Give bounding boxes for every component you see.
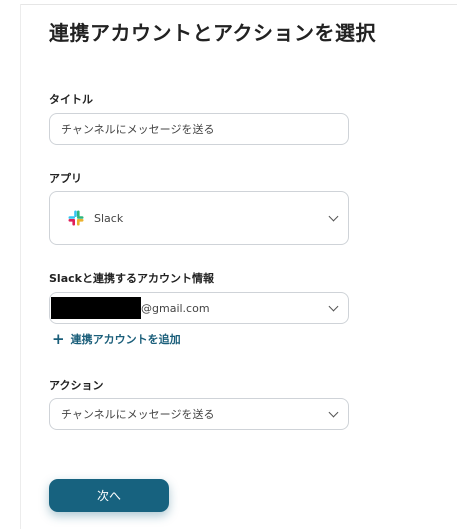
top-divider [20, 4, 457, 5]
app-select-value: Slack [94, 211, 124, 225]
chevron-down-icon [328, 211, 339, 222]
slack-logo-icon [68, 210, 84, 226]
title-input[interactable]: チャンネルにメッセージを送る [49, 113, 349, 145]
settings-page: 連携アカウントとアクションを選択 タイトル チャンネルにメッセージを送る アプリ… [0, 0, 457, 529]
add-account-link[interactable]: + 連携アカウントを追加 [52, 331, 181, 347]
action-select-value: チャンネルにメッセージを送る [61, 408, 215, 421]
app-field-label: アプリ [49, 172, 82, 185]
add-account-label: 連携アカウントを追加 [70, 333, 181, 346]
page-title: 連携アカウントとアクションを選択 [49, 21, 376, 45]
app-select[interactable]: Slack [49, 191, 349, 245]
title-field-label: タイトル [49, 93, 93, 106]
redacted-email-block [51, 297, 141, 319]
chevron-down-icon [328, 301, 339, 312]
account-field-label: Slackと連携するアカウント情報 [49, 272, 214, 285]
side-divider [20, 4, 21, 529]
action-field-label: アクション [49, 379, 104, 392]
chevron-down-icon [328, 407, 339, 418]
account-email-suffix: @gmail.com [141, 301, 210, 315]
plus-icon: + [52, 329, 65, 348]
title-input-value: チャンネルにメッセージを送る [61, 123, 215, 136]
next-button[interactable]: 次へ [49, 479, 169, 512]
action-select[interactable]: チャンネルにメッセージを送る [49, 398, 349, 430]
account-select[interactable]: @gmail.com [49, 292, 349, 324]
